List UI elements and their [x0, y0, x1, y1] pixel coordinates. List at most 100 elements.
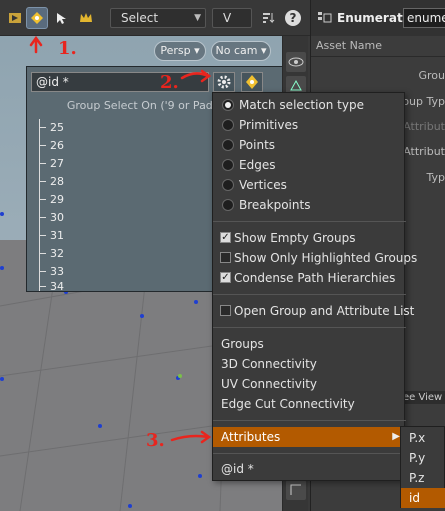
sort-options-icon[interactable]	[258, 7, 280, 29]
tree-item-label: 26	[50, 138, 64, 152]
group-type-param-label: oup Typ	[402, 95, 445, 108]
checkbox-unchecked-icon	[220, 252, 231, 263]
menu-item-open-group-attribute-list[interactable]: Open Group and Attribute List	[213, 301, 414, 321]
chevron-down-icon: ▾	[194, 44, 200, 57]
tree-item-label: 32	[50, 246, 64, 260]
attribute-param-label: Attribut	[403, 120, 445, 133]
divider	[311, 56, 445, 57]
node-name-value: enumerate	[407, 11, 445, 25]
group-select-mode-icon[interactable]	[241, 72, 263, 92]
type-param-label: Typ	[426, 171, 445, 184]
tree-item[interactable]: 32	[39, 244, 64, 262]
menu-item-label: Show Empty Groups	[234, 231, 356, 245]
crown-icon[interactable]	[75, 7, 97, 29]
tree-item[interactable]: 33	[39, 262, 64, 280]
svg-text:?: ?	[290, 11, 297, 25]
camera-select-label: No cam	[215, 44, 258, 57]
menu-item-condense-path-hierarchies[interactable]: ✓ Condense Path Hierarchies	[213, 268, 406, 288]
radio-icon	[222, 159, 234, 171]
radio-icon	[222, 119, 234, 131]
menu-item-label: Edges	[239, 158, 276, 172]
select-mode-dropdown[interactable]: Select ▼	[110, 8, 206, 28]
menu-item-label: Primitives	[239, 118, 299, 132]
selection-mode-icon[interactable]	[26, 7, 48, 29]
menu-item-current-group[interactable]: @id *	[213, 459, 406, 479]
tree-item-label: 31	[50, 228, 64, 242]
camera-persp-button[interactable]: Persp ▾	[154, 41, 206, 61]
submenu-item-id[interactable]: id	[401, 488, 445, 508]
tree-item[interactable]: 25	[39, 118, 64, 136]
menu-item-match-selection-type[interactable]: Match selection type	[213, 95, 406, 115]
node-header: Enumerate enumerate	[311, 0, 445, 36]
group-field-value: @id *	[36, 75, 69, 89]
submenu-item-py[interactable]: P.y	[401, 448, 445, 468]
menu-separator	[213, 221, 406, 222]
submenu-item-px[interactable]: P.x	[401, 428, 445, 448]
secondary-dropdown[interactable]: V	[212, 8, 252, 28]
node-type-label: Enumerate	[337, 11, 411, 25]
enumerate-node-icon	[317, 10, 333, 29]
camera-select-button[interactable]: No cam ▾	[211, 41, 271, 61]
menu-item-3d-connectivity[interactable]: 3D Connectivity	[213, 354, 406, 374]
tree-item-label: 34	[50, 280, 64, 292]
menu-separator	[213, 294, 406, 295]
menu-item-label: Groups	[221, 337, 264, 351]
tree-item[interactable]: 34	[39, 280, 64, 292]
menu-item-show-only-highlighted-groups[interactable]: Show Only Highlighted Groups	[213, 248, 417, 268]
menu-item-edges[interactable]: Edges	[213, 155, 406, 175]
attributes-submenu: P.x P.y P.z id	[400, 426, 445, 508]
gear-icon[interactable]	[213, 72, 235, 92]
radio-icon	[222, 179, 234, 191]
menu-item-label: Breakpoints	[239, 198, 311, 212]
menu-item-label: Open Group and Attribute List	[234, 304, 415, 318]
radio-icon	[222, 139, 234, 151]
tree-item-label: 25	[50, 120, 64, 134]
menu-item-vertices[interactable]: Vertices	[213, 175, 406, 195]
menu-item-label: Match selection type	[239, 98, 364, 112]
menu-separator	[213, 327, 406, 328]
tree-item[interactable]: 26	[39, 136, 64, 154]
menu-separator	[213, 420, 406, 421]
radio-icon	[222, 199, 234, 211]
tree-item[interactable]: 29	[39, 190, 64, 208]
tree-item[interactable]: 27	[39, 154, 64, 172]
menu-item-points[interactable]: Points	[213, 135, 406, 155]
corner-tool-icon[interactable]	[286, 480, 306, 500]
radio-icon	[222, 99, 234, 111]
menu-item-show-empty-groups[interactable]: ✓ Show Empty Groups	[213, 228, 406, 248]
attribute-name-param-label: Attribut	[403, 145, 445, 158]
tree-item[interactable]: 28	[39, 172, 64, 190]
pointer-sparkle-icon[interactable]	[50, 7, 72, 29]
help-icon[interactable]: ?	[282, 7, 304, 29]
annotation-step-3: 3.	[146, 430, 165, 451]
menu-separator	[213, 453, 406, 454]
menu-item-label: 3D Connectivity	[221, 357, 317, 371]
tab-tree-view[interactable]: ee View	[401, 391, 445, 404]
group-field-input[interactable]: @id *	[31, 72, 209, 92]
tree-item[interactable]: 31	[39, 226, 64, 244]
visibility-icon[interactable]	[286, 52, 306, 72]
menu-item-groups[interactable]: Groups	[213, 334, 406, 354]
menu-item-uv-connectivity[interactable]: UV Connectivity	[213, 374, 406, 394]
asset-name-label: Asset Name	[316, 39, 383, 52]
tree-item-label: 30	[50, 210, 64, 224]
menu-item-label: UV Connectivity	[221, 377, 317, 391]
menu-item-breakpoints[interactable]: Breakpoints	[213, 195, 406, 215]
viewer-toolbar: Select ▼ V ?	[0, 0, 310, 36]
menu-item-attributes[interactable]: Attributes ▶	[213, 427, 406, 447]
camera-persp-label: Persp	[160, 44, 191, 57]
select-mode-label: Select	[121, 11, 159, 25]
menu-item-label: Vertices	[239, 178, 287, 192]
annotation-step-2: 2.	[160, 72, 179, 93]
menu-item-primitives[interactable]: Primitives	[213, 115, 406, 135]
menu-item-label: Attributes	[221, 430, 281, 444]
submenu-item-pz[interactable]: P.z	[401, 468, 445, 488]
menu-item-edge-cut-connectivity[interactable]: Edge Cut Connectivity	[213, 394, 406, 414]
menu-item-label: Edge Cut Connectivity	[221, 397, 355, 411]
node-name-input[interactable]: enumerate	[403, 8, 445, 28]
checkbox-checked-icon: ✓	[220, 272, 231, 283]
tree-item-label: 28	[50, 174, 64, 188]
tree-item[interactable]: 30	[39, 208, 64, 226]
select-tool-icon[interactable]	[4, 7, 26, 29]
tree-item-label: 27	[50, 156, 64, 170]
